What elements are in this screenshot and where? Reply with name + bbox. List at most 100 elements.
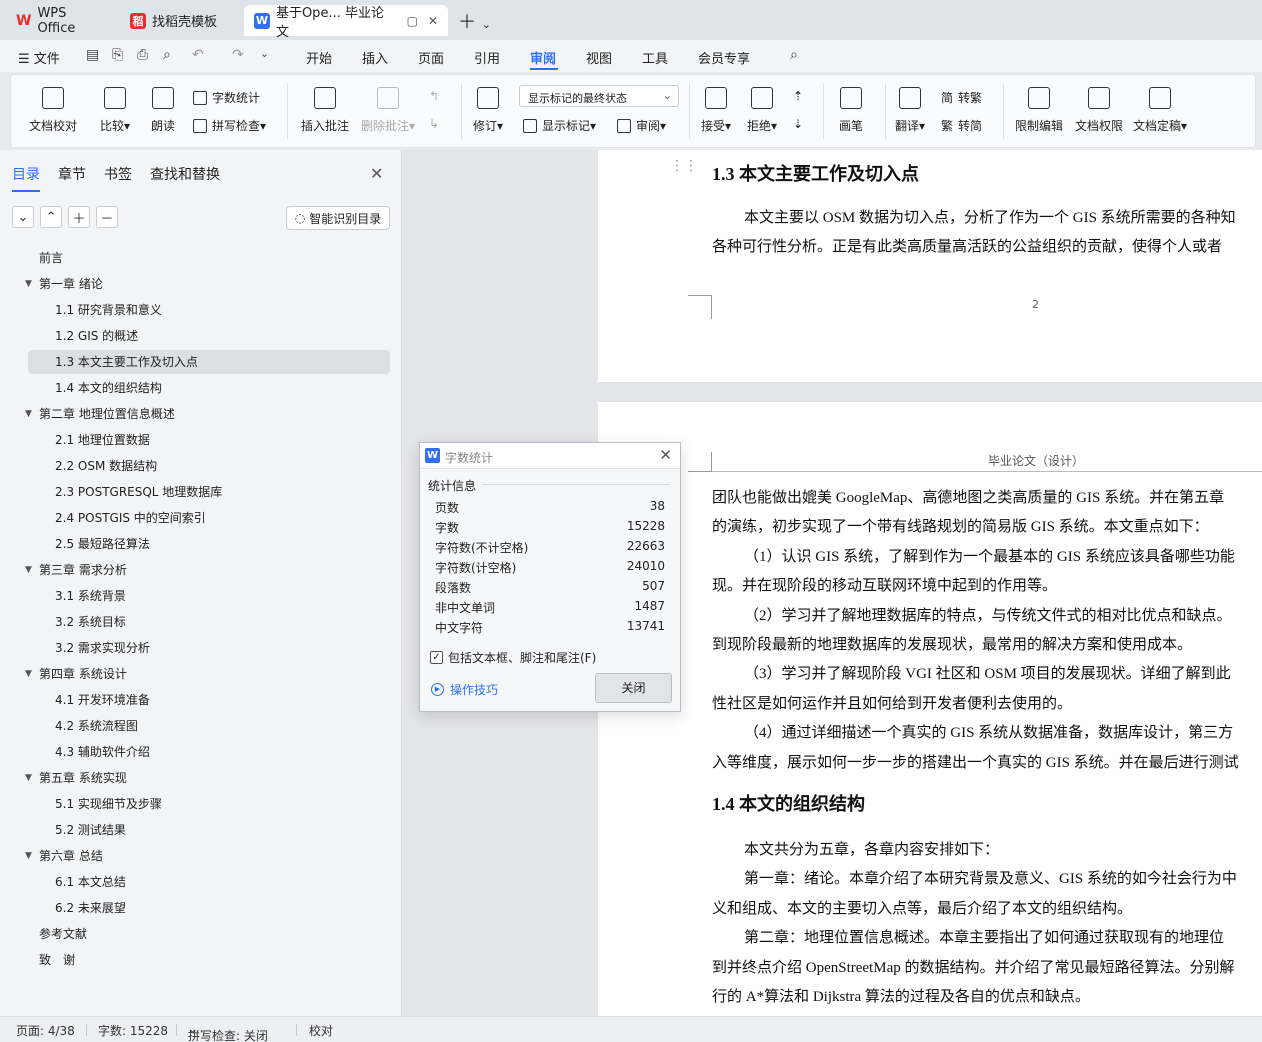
toc-item[interactable]: 4.3 辅助软件介绍 bbox=[0, 740, 390, 764]
expand-caret-icon[interactable]: ▼ bbox=[25, 766, 32, 790]
menu-insert[interactable]: 插入 bbox=[362, 48, 388, 67]
toc-item[interactable]: ▼ 第三章 需求分析 bbox=[0, 558, 390, 582]
close-icon[interactable]: ✕ bbox=[659, 446, 672, 464]
tips-link[interactable]: ▶ 操作技巧 bbox=[431, 681, 498, 698]
toc-item[interactable]: 1.1 研究背景和意义 bbox=[0, 298, 390, 322]
new-tab-button[interactable]: ＋ ⌄ bbox=[458, 8, 491, 34]
menu-tools[interactable]: 工具 bbox=[642, 48, 668, 67]
to-simplified-button[interactable]: 繁转简 bbox=[941, 117, 982, 134]
close-button[interactable]: 关闭 bbox=[595, 673, 672, 703]
toc-item[interactable]: 1.2 GIS 的概述 bbox=[0, 324, 390, 348]
toc-item[interactable]: 1.4 本文的组织结构 bbox=[0, 376, 390, 400]
toc-item[interactable]: 4.1 开发环境准备 bbox=[0, 688, 390, 712]
restore-icon[interactable]: ▢ bbox=[407, 14, 418, 28]
prev-change-icon[interactable]: ⇡ bbox=[793, 89, 803, 103]
more-icon[interactable]: ⌄ bbox=[260, 47, 269, 60]
status-spell[interactable]: 拼写检查: 关闭 ⌄ bbox=[188, 1022, 268, 1042]
status-words[interactable]: 字数: 15228 bbox=[98, 1022, 168, 1039]
next-comment-icon[interactable]: ↳ bbox=[429, 117, 439, 131]
menu-file[interactable]: ☰ 文件 bbox=[18, 48, 60, 67]
tab-find-replace[interactable]: 查找和替换 bbox=[150, 164, 220, 184]
toc-item[interactable]: 参考文献 bbox=[0, 922, 390, 946]
doc-check-button[interactable]: 文档校对 bbox=[29, 87, 77, 134]
toc-item[interactable]: ▼ 第六章 总结 bbox=[0, 844, 390, 868]
spell-check-button[interactable]: 拼写检查 ▾ bbox=[193, 117, 266, 134]
toc-item[interactable]: 2.5 最短路径算法 bbox=[0, 532, 390, 556]
save-icon[interactable]: ▤ bbox=[86, 47, 99, 63]
compare-button[interactable]: 比较▾ bbox=[100, 87, 130, 134]
menu-page[interactable]: 页面 bbox=[418, 48, 444, 67]
smart-toc-button[interactable]: ◌ 智能识别目录 bbox=[286, 206, 390, 230]
toc-item[interactable]: 2.3 POSTGRESQL 地理数据库 bbox=[0, 480, 390, 504]
expand-down-button[interactable]: ⌄ bbox=[12, 206, 34, 228]
chevron-down-icon[interactable]: ⌄ bbox=[482, 18, 491, 31]
status-page[interactable]: 页面: 4/38 bbox=[16, 1022, 75, 1039]
pen-button[interactable]: 画笔 bbox=[839, 87, 863, 134]
to-traditional-button[interactable]: 简转繁 bbox=[941, 89, 982, 106]
collapse-up-button[interactable]: ⌃ bbox=[40, 206, 62, 228]
expand-caret-icon[interactable]: ▼ bbox=[25, 558, 32, 582]
toc-item[interactable]: 2.1 地理位置数据 bbox=[0, 428, 390, 452]
translate-button[interactable]: 翻译▾ bbox=[895, 87, 925, 134]
close-tab-icon[interactable]: ✕ bbox=[428, 14, 438, 28]
show-markup-button[interactable]: 显示标记 ▾ bbox=[523, 117, 596, 134]
remove-heading-button[interactable]: － bbox=[96, 206, 118, 228]
include-textbox-checkbox[interactable]: ✓ 包括文本框、脚注和尾注(F) bbox=[430, 649, 596, 666]
toc-item[interactable]: ▼ 第四章 系统设计 bbox=[0, 662, 390, 686]
expand-caret-icon[interactable]: ▼ bbox=[25, 272, 32, 296]
prev-comment-icon[interactable]: ↰ bbox=[429, 89, 439, 103]
toc-item[interactable]: 6.2 未来展望 bbox=[0, 896, 390, 920]
expand-caret-icon[interactable]: ▼ bbox=[25, 402, 32, 426]
revise-button[interactable]: 修订▾ bbox=[473, 87, 503, 134]
add-heading-button[interactable]: ＋ bbox=[68, 206, 90, 228]
toc-item[interactable]: 6.1 本文总结 bbox=[0, 870, 390, 894]
toc-item[interactable]: 5.2 测试结果 bbox=[0, 818, 390, 842]
insert-comment-button[interactable]: 插入批注 bbox=[301, 87, 349, 134]
toc-item[interactable]: 4.2 系统流程图 bbox=[0, 714, 390, 738]
reject-button[interactable]: 拒绝▾ bbox=[747, 87, 777, 134]
toc-item[interactable]: 5.1 实现细节及步骤 bbox=[0, 792, 390, 816]
close-icon[interactable]: ✕ bbox=[370, 164, 383, 183]
menu-review[interactable]: 审阅 bbox=[530, 48, 556, 67]
tab-template[interactable]: 稻 找稻壳模板 bbox=[120, 5, 240, 36]
toc-item[interactable]: 前言 bbox=[0, 246, 390, 270]
toc-item[interactable]: 2.4 POSTGIS 中的空间索引 bbox=[0, 506, 390, 530]
drag-handle-icon[interactable]: ⋮⋮ bbox=[670, 158, 698, 174]
expand-caret-icon[interactable]: ▼ bbox=[25, 662, 32, 686]
search-icon[interactable]: ⌕ bbox=[790, 47, 798, 63]
toc-item[interactable]: 3.1 系统背景 bbox=[0, 584, 390, 608]
delete-comment-button[interactable]: 删除批注▾ bbox=[361, 87, 415, 134]
next-change-icon[interactable]: ⇣ bbox=[793, 117, 803, 131]
accept-button[interactable]: 接受▾ bbox=[701, 87, 731, 134]
toc-item[interactable]: ▼ 第五章 系统实现 bbox=[0, 766, 390, 790]
print-icon[interactable]: ⎙ bbox=[137, 47, 148, 63]
tab-bookmarks[interactable]: 书签 bbox=[104, 164, 132, 184]
toc-item[interactable]: 3.2 系统目标 bbox=[0, 610, 390, 634]
toc-item[interactable]: ▼ 第二章 地理位置信息概述 bbox=[0, 402, 390, 426]
toc-item[interactable]: 2.2 OSM 数据结构 bbox=[0, 454, 390, 478]
review-pane-button[interactable]: 审阅 ▾ bbox=[617, 117, 666, 134]
word-count-button[interactable]: 字数统计 bbox=[193, 89, 260, 106]
doc-finalize-button[interactable]: 文档定稿▾ bbox=[1133, 87, 1187, 134]
share-icon[interactable]: ⎘ bbox=[112, 47, 123, 63]
toc-item[interactable]: 致 谢 bbox=[0, 948, 390, 972]
doc-permission-button[interactable]: 文档权限 bbox=[1075, 87, 1123, 134]
toc-item[interactable]: 3.2 需求实现分析 bbox=[0, 636, 390, 660]
display-mode-select[interactable]: 显示标记的最终状态 ⌄ bbox=[519, 85, 679, 107]
tab-document[interactable]: W 基于Ope... 毕业论文 ▢ ✕ bbox=[244, 5, 448, 40]
tab-wps-office[interactable]: W WPS Office bbox=[6, 5, 116, 36]
status-proof[interactable]: 校对 bbox=[309, 1022, 333, 1039]
checkbox-icon[interactable]: ✓ bbox=[430, 651, 443, 664]
tab-sections[interactable]: 章节 bbox=[58, 164, 86, 184]
print-preview-icon[interactable]: ⌕ bbox=[163, 47, 171, 63]
menu-view[interactable]: 视图 bbox=[586, 48, 612, 67]
tab-toc[interactable]: 目录 bbox=[12, 164, 40, 184]
menu-reference[interactable]: 引用 bbox=[474, 48, 500, 67]
restrict-edit-button[interactable]: 限制编辑 bbox=[1015, 87, 1063, 134]
read-aloud-button[interactable]: 朗读 bbox=[151, 87, 175, 134]
toc-item[interactable]: ▼ 第一章 绪论 bbox=[0, 272, 390, 296]
expand-caret-icon[interactable]: ▼ bbox=[25, 844, 32, 868]
redo-icon[interactable]: ↷ bbox=[232, 47, 244, 63]
menu-member[interactable]: 会员专享 bbox=[698, 48, 750, 67]
toc-item[interactable]: 1.3 本文主要工作及切入点 bbox=[28, 350, 390, 374]
